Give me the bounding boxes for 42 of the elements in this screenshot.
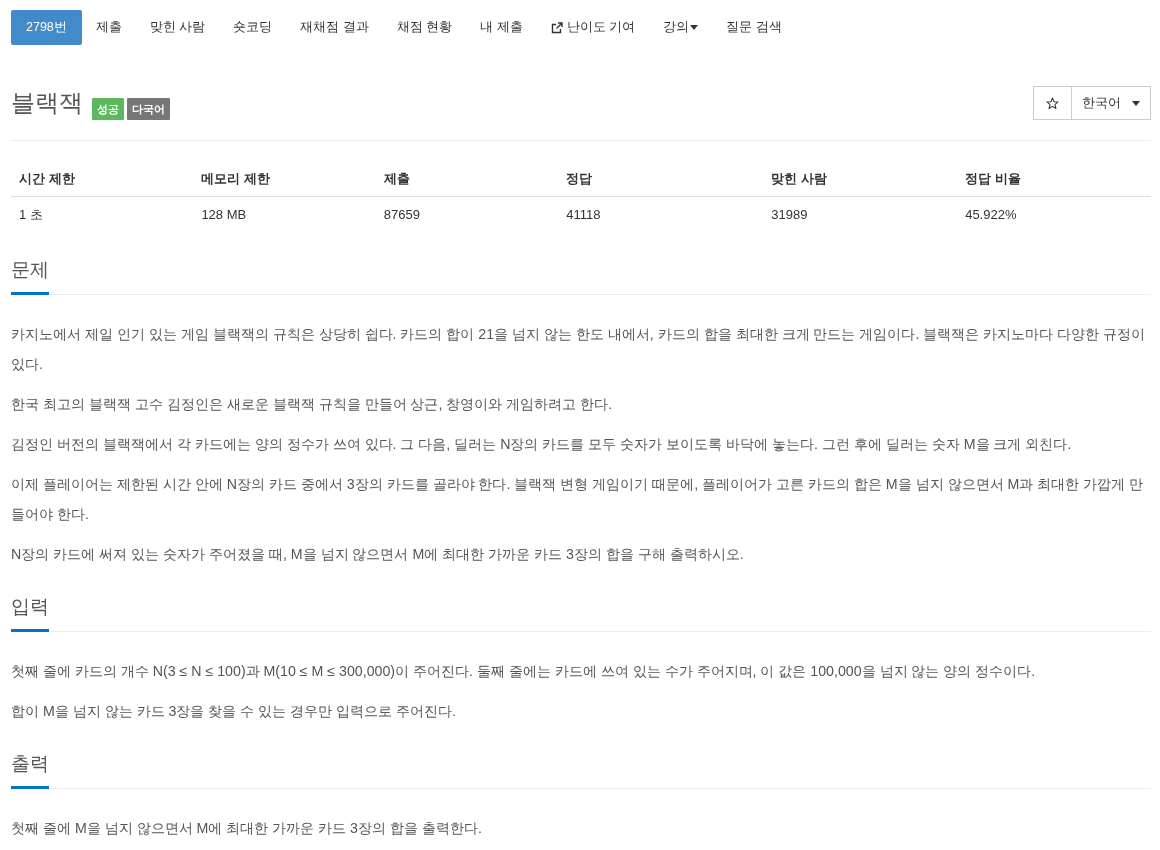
paragraph: 이제 플레이어는 제한된 시간 안에 N장의 카드 중에서 3장의 카드를 골라야 한다. 블랙잭 변형 게임이기 때문에, 플레이어가 고른 카드의 합은 M을 넘지 않으면서 M과 최대한 가깝게 만들어야 한다. (11, 475, 1145, 524)
nav-tab[interactable]: 숏코딩 (219, 10, 287, 45)
column-header: 메모리 제한 (193, 161, 376, 197)
caret-icon (1132, 100, 1140, 106)
nav-tab[interactable]: 난이도 기여 (536, 10, 650, 45)
table-cell: 128 MB (193, 196, 376, 232)
paragraph: 첫째 줄에 M을 넘지 않으면서 M에 최대한 가까운 카드 3장의 합을 출력한다. (11, 819, 483, 838)
nav-tab[interactable]: 맞힌 사람 (135, 10, 220, 45)
paragraph: 카지노에서 제일 인기 있는 게임 블랙잭의 규칙은 상당히 쉽다. 카드의 합이 21을 넘지 않는 한도 내에서, 카드의 합을 최대한 크게 만드는 게임이다. 블랙잭은 카지노마다 다양한 규정이 있다. (11, 325, 1147, 374)
table-cell: 1 초 (11, 196, 194, 232)
paragraph: 첫째 줄에 카드의 개수 N(3 ≤ N ≤ 100)과 M(10 ≤ M ≤ 300,000)이 주어진다. 둘째 줄에는 카드에 쓰여 있는 수가 주어지며, 이 값은 100,000을 넘지 않는 양의 정수이다. (11, 662, 1037, 681)
column-header: 시간 제한 (11, 161, 194, 197)
nav-tab[interactable]: 강의 (649, 10, 713, 45)
paragraph: 김정인 버전의 블랙잭에서 각 카드에는 양의 정수가 쓰여 있다. 그 다음, 딜러는 N장의 카드를 모두 숫자가 보이도록 바닥에 놓는다. 그런 후에 딜러는 숫자 M을 크게 외친다. (11, 435, 1073, 454)
section-heading: 입력 (11, 592, 49, 632)
table-cell: 41118 (558, 196, 764, 232)
section-heading: 출력 (11, 749, 49, 789)
caret-icon (690, 25, 699, 30)
nav-tab[interactable]: 제출 (81, 10, 136, 45)
column-header: 제출 (375, 161, 559, 197)
column-header: 정답 (558, 161, 764, 197)
section-heading: 문제 (11, 255, 49, 295)
star-icon (1046, 96, 1059, 110)
paragraph: 한국 최고의 블랙잭 고수 김정인은 새로운 블랙잭 규칙을 만들어 상근, 창영이와 게임하려고 한다. (11, 395, 614, 414)
nav-tab[interactable]: 2798번 (11, 10, 82, 45)
table-cell: 87659 (375, 196, 559, 232)
paragraph: N장의 카드에 써져 있는 숫자가 주어졌을 때, M을 넘지 않으면서 M에 최대한 가까운 카드 3장의 합을 구해 출력하시오. (11, 545, 745, 564)
column-header: 맞힌 사람 (763, 161, 958, 197)
table-cell: 31989 (763, 196, 958, 232)
nav-tab[interactable]: 재채점 결과 (286, 10, 383, 45)
column-header: 정답 비율 (957, 161, 1151, 197)
problem-title: 블랙잭 (11, 88, 83, 118)
nav-tab[interactable]: 내 제출 (466, 10, 537, 45)
problem-tag: 다국어 (127, 97, 170, 120)
paragraph: 합이 M을 넘지 않는 카드 3장을 찾을 수 있는 경우만 입력으로 주어진다. (11, 702, 457, 721)
external-link-icon (550, 21, 563, 34)
nav-tab[interactable]: 질문 검색 (712, 10, 796, 45)
table-cell: 45.922% (957, 196, 1151, 232)
nav-tab[interactable]: 채점 현황 (382, 10, 467, 45)
language-dropdown[interactable]: 한국어 (1071, 86, 1151, 120)
problem-tag: 성공 (92, 97, 124, 120)
favorite-button[interactable] (1033, 86, 1072, 120)
